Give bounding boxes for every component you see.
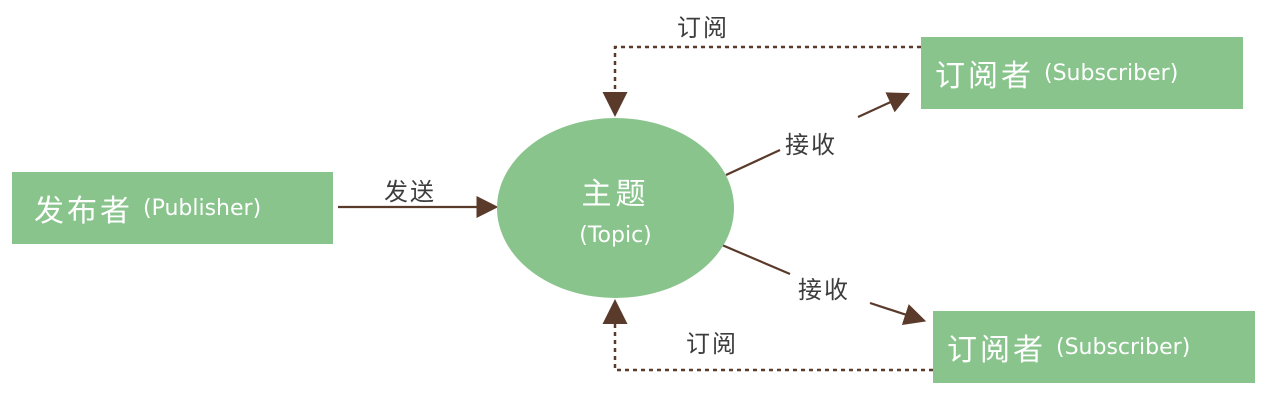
publisher-label-zh: 发布者 [34,194,133,229]
subscriber-node-top: 订阅者 (Subscriber) [921,37,1243,109]
subscriber-top-label-en: (Subscriber) [1044,60,1179,86]
receive-edge-label-bottom: 接收 [798,276,850,304]
send-edge-label: 发送 [384,178,436,206]
subscriber-top-label-zh: 订阅者 [935,59,1034,94]
receive-arrow-top [725,149,781,176]
publisher-label-en: (Publisher) [143,195,262,221]
subscriber-node-bottom: 订阅者 (Subscriber) [933,311,1255,383]
subscriber-bottom-label-zh: 订阅者 [947,333,1046,368]
publisher-node: 发布者 (Publisher) [12,172,333,244]
subscribe-arrow-bottom [602,299,933,372]
receive-arrow-bottom-head [869,301,927,325]
receive-edge-label-top: 接收 [785,131,837,159]
subscriber-bottom-label-en: (Subscriber) [1056,334,1191,360]
topic-label-zh: 主题 [581,176,650,212]
topic-node: 主题 (Topic) [497,118,734,298]
receive-arrow-bottom [721,243,791,276]
subscribe-edge-label-top: 订阅 [677,14,729,42]
subscribe-edge-label-bottom: 订阅 [686,330,738,358]
pub-sub-diagram: 发布者 (Publisher) 主题 (Topic) 订阅者 (Subscrib… [0,0,1282,402]
receive-arrow-top-head [857,92,910,118]
topic-label-en: (Topic) [579,222,652,248]
subscribe-arrow-top [602,45,921,117]
